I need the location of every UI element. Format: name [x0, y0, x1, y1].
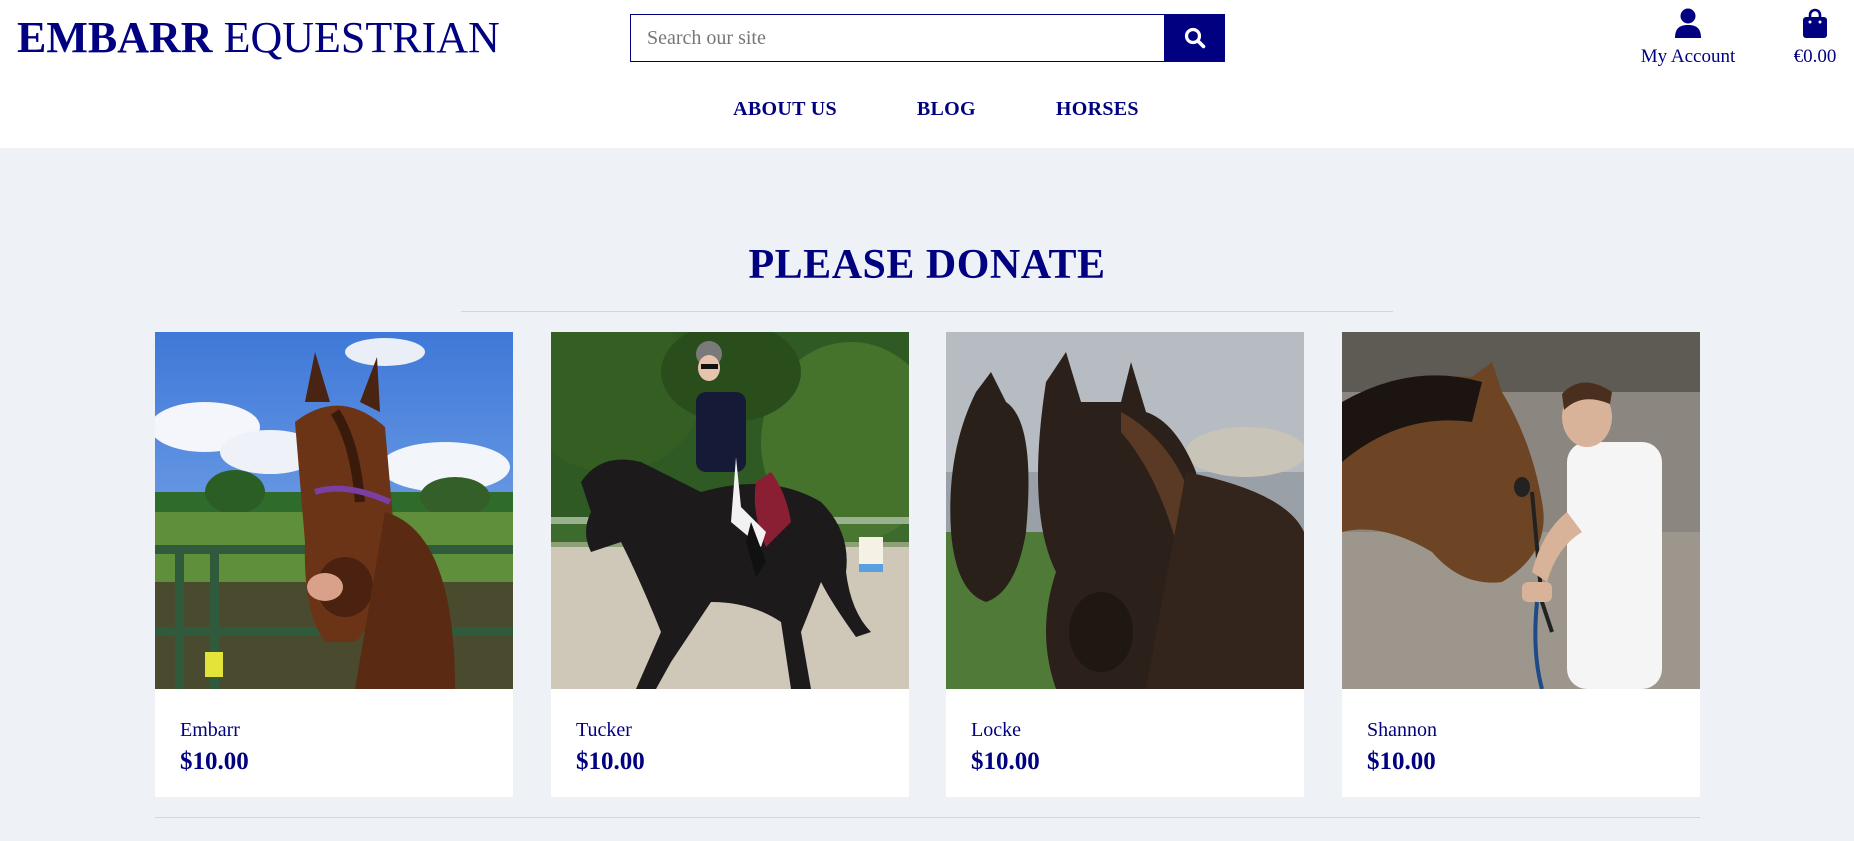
product-price: $10.00: [180, 748, 249, 775]
nav-item-blog[interactable]: BLOG: [917, 98, 976, 128]
search-input[interactable]: [630, 14, 1164, 62]
search-icon: [1184, 27, 1206, 49]
product-image-shannon: [1342, 332, 1700, 689]
user-icon: [1630, 6, 1746, 38]
search-form: [630, 14, 1225, 62]
product-name: Shannon: [1367, 719, 1437, 741]
product-card-embarr[interactable]: Embarr $10.00: [155, 332, 513, 797]
site-logo[interactable]: EMBARR EQUESTRIAN: [17, 12, 500, 64]
product-price: $10.00: [576, 748, 645, 775]
product-name: Locke: [971, 719, 1021, 741]
product-name: Tucker: [576, 719, 632, 741]
product-card-shannon[interactable]: Shannon $10.00: [1342, 332, 1700, 797]
nav-item-horses[interactable]: HORSES: [1056, 98, 1139, 128]
search-button[interactable]: [1164, 14, 1225, 62]
product-image-locke: [946, 332, 1304, 689]
shopping-bag-icon: [1786, 6, 1844, 38]
my-account-link[interactable]: My Account: [1630, 6, 1746, 68]
product-card-locke[interactable]: Locke $10.00: [946, 332, 1304, 797]
product-name: Embarr: [180, 719, 240, 741]
shopping-bag-link[interactable]: €0.00: [1786, 6, 1844, 68]
title-divider: [461, 311, 1393, 312]
bag-total: €0.00: [1793, 46, 1837, 67]
product-price: $10.00: [1367, 748, 1436, 775]
product-grid: Embarr $10.00 Tucker $10.00 Locke $10.00…: [155, 332, 1700, 797]
logo-bold-text: EMBARR: [17, 13, 213, 62]
product-card-tucker[interactable]: Tucker $10.00: [551, 332, 909, 797]
nav-item-about-us[interactable]: ABOUT US: [733, 98, 837, 128]
logo-light-text: EQUESTRIAN: [212, 13, 500, 62]
page-title: PLEASE DONATE: [748, 242, 1106, 288]
product-image-embarr: [155, 332, 513, 689]
bottom-divider: [155, 817, 1700, 818]
site-header: EMBARR EQUESTRIAN My Account: [0, 0, 1854, 148]
product-image-tucker: [551, 332, 909, 689]
main-nav: ABOUT US BLOG HORSES: [0, 98, 1854, 128]
my-account-label: My Account: [1640, 46, 1736, 67]
product-price: $10.00: [971, 748, 1040, 775]
